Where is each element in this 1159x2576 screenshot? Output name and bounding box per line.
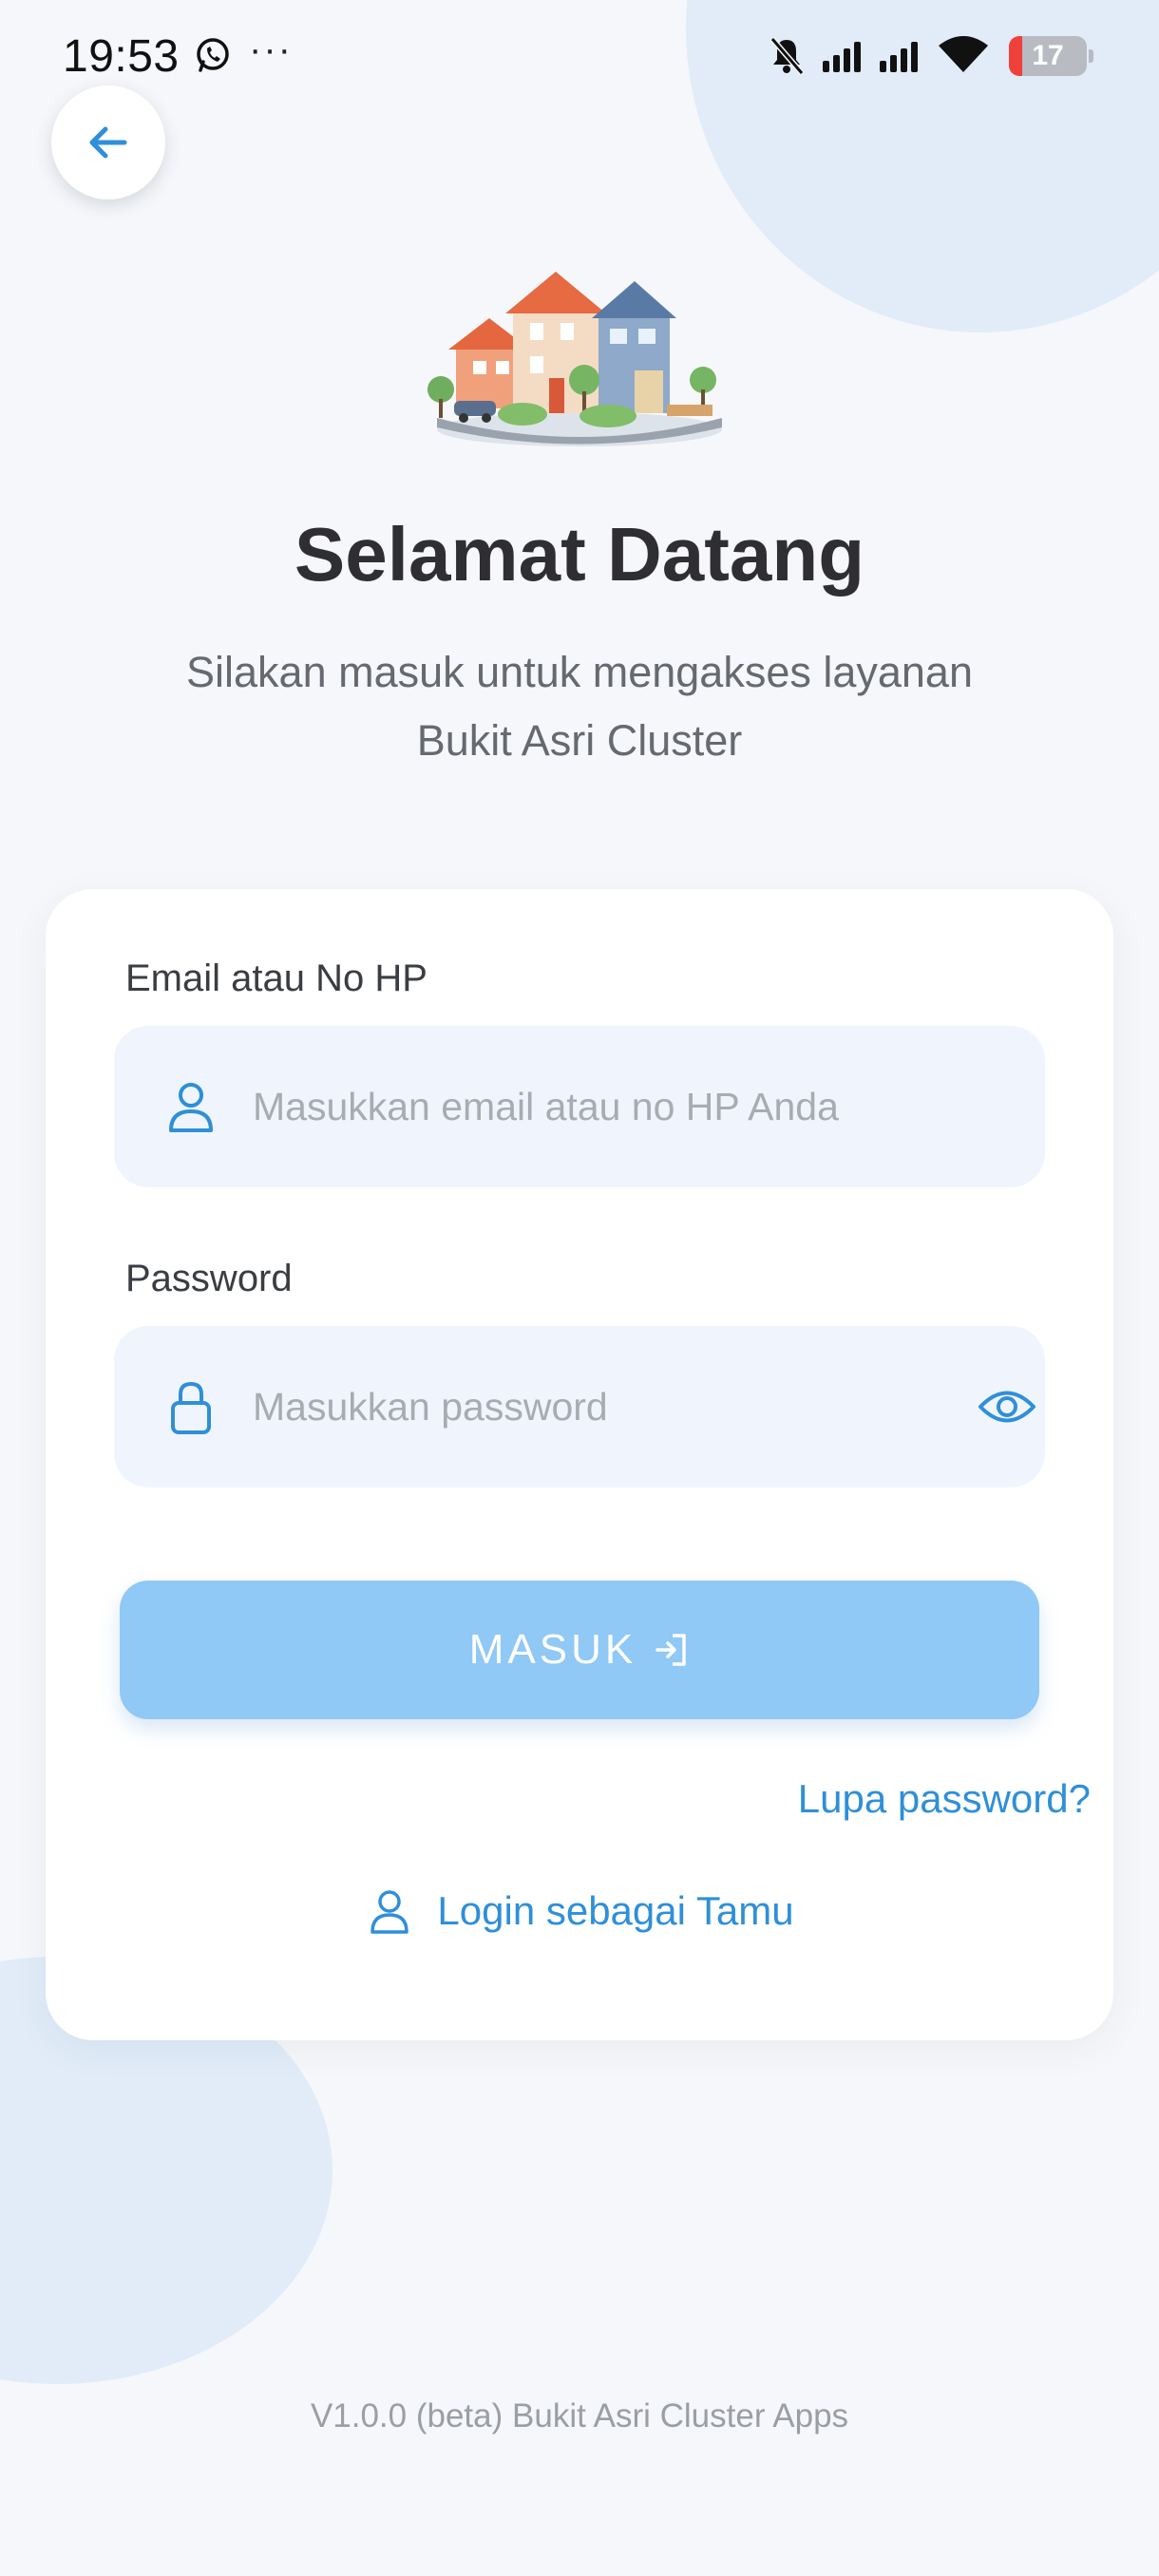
login-screen: 19:53 ··· 17 Selamat Datang Silakan masu… <box>0 0 1159 2576</box>
battery-icon: 17 <box>1009 36 1087 76</box>
arrow-left-icon <box>89 126 127 159</box>
status-bar: 19:53 ··· 17 <box>0 0 1159 114</box>
email-input-container[interactable] <box>114 1026 1045 1187</box>
forgot-password-link[interactable]: Lupa password? <box>749 1776 1091 1822</box>
password-input-container[interactable] <box>114 1326 1045 1487</box>
back-button[interactable] <box>51 85 165 199</box>
password-label: Password <box>125 1258 293 1299</box>
toggle-password-button[interactable] <box>977 1373 1037 1441</box>
guest-login-link[interactable]: Login sebagai Tamu <box>46 1886 1113 1936</box>
status-time: 19:53 <box>63 31 180 82</box>
signal-icon <box>823 42 861 72</box>
email-input[interactable] <box>253 1026 918 1187</box>
login-card: Email atau No HP Password MASUK <box>46 889 1113 2040</box>
password-input[interactable] <box>253 1326 918 1487</box>
status-more-icon: ··· <box>249 28 293 70</box>
login-button-label: MASUK <box>468 1626 637 1673</box>
login-button[interactable]: MASUK <box>120 1581 1039 1719</box>
guest-login-label: Login sebagai Tamu <box>437 1888 794 1933</box>
welcome-subtitle: Silakan masuk untuk mengakses layanan Bu… <box>186 648 973 765</box>
eye-icon <box>978 1391 1036 1423</box>
battery-level: 17 <box>1032 40 1064 71</box>
whatsapp-icon <box>197 38 229 72</box>
login-icon <box>656 1634 686 1666</box>
bell-off-icon <box>770 37 805 75</box>
wifi-icon <box>939 36 988 72</box>
user-icon <box>370 1890 409 1934</box>
welcome-title: Selamat Datang <box>294 512 865 597</box>
lock-icon <box>171 1381 211 1434</box>
battery-tip <box>1089 49 1093 63</box>
signal-icon <box>880 42 918 72</box>
version-text: V1.0.0 (beta) Bukit Asri Cluster Apps <box>310 2397 849 2434</box>
user-icon <box>169 1083 213 1132</box>
email-label: Email atau No HP <box>125 957 428 999</box>
houses-illustration <box>428 272 722 446</box>
